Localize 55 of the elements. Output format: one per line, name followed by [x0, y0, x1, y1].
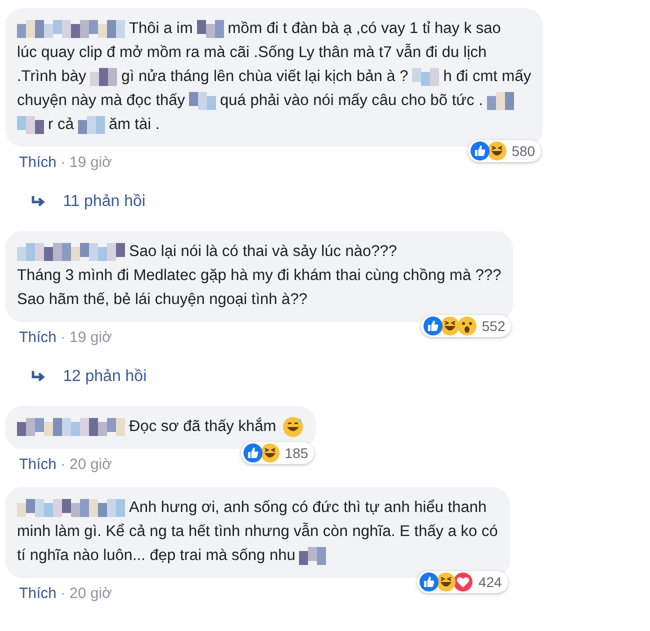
comment-text: quá phải vào nói mấy câu cho bõ tức . — [220, 91, 483, 111]
pixelated-patch — [78, 116, 105, 134]
comment-text: Sao hãm thế, bẻ lái chuyện ngoại tình à?? — [17, 290, 308, 310]
like-link[interactable]: Thích — [19, 154, 57, 171]
comment-text: Sao lại nói là có thai và sảy lúc nào??? — [129, 242, 397, 262]
pixelated-patch — [486, 92, 514, 110]
comment-time: 20 giờ — [70, 585, 112, 602]
thumbs-up-icon — [419, 572, 440, 592]
comment-text: tí nghĩa nào luôn... đẹp trai mà sống nhu — [17, 546, 296, 566]
reaction-badge[interactable]: 185 — [240, 442, 314, 464]
laughing-face-icon — [440, 316, 460, 336]
comment-text: h đi cmt mấy — [443, 67, 532, 87]
comment-text: gì nửa tháng lên chùa viết lại kịch bản à ? — [121, 67, 408, 87]
comment-time: 19 giờ — [70, 154, 112, 171]
laughing-face-icon — [260, 443, 280, 463]
pixelated-patch — [196, 20, 224, 38]
thumbs-up-icon — [470, 141, 490, 161]
pixelated-patch — [90, 68, 118, 86]
separator-dot: · — [60, 456, 66, 473]
like-link[interactable]: Thích — [19, 456, 57, 473]
pixelated-patch — [299, 547, 326, 565]
comment-time: 19 giờ — [70, 329, 112, 346]
comment-text: chuyện này mà đọc thấy — [17, 91, 186, 111]
comment-text: minh làm gì. Kể cả ng ta hết tình nhưng vẫn còn nghĩa. E thấy a ko có — [17, 522, 498, 542]
laughing-face-icon — [486, 141, 507, 161]
view-replies-link[interactable]: 12 phản hồi — [31, 368, 147, 386]
separator-dot: · — [60, 585, 66, 602]
like-link[interactable]: Thích — [19, 585, 57, 602]
reply-arrow-icon — [31, 370, 47, 384]
separator-dot: · — [60, 154, 66, 171]
like-link[interactable]: Thích — [19, 329, 57, 346]
thumbs-up-icon — [422, 316, 443, 336]
surprised-face-icon — [456, 316, 477, 336]
reaction-badge[interactable]: 552 — [420, 315, 512, 337]
pixelated-patch — [17, 116, 44, 134]
reaction-badge[interactable]: 424 — [417, 571, 508, 593]
grin-sweat-emoji-icon — [282, 416, 304, 438]
comment-time: 20 giờ — [70, 456, 112, 473]
comment-text: Thôi a im — [129, 19, 193, 39]
comment-text: Đọc sơ đã thấy khắm — [129, 416, 276, 437]
pixelated-patch — [189, 92, 216, 110]
comment-text: .Trình bày — [17, 67, 86, 87]
view-replies-link[interactable]: 11 phản hồi — [31, 193, 146, 211]
comment-text: mồm đi t đàn bà ạ ,có vay 1 tỉ hay k sao — [228, 19, 501, 39]
comment-text: Tháng 3 mình đi Medlatec gặp hà my đi khám thai cùng chồng mà ??? — [17, 266, 502, 286]
laughing-face-icon — [436, 572, 456, 592]
thumbs-up-icon — [242, 443, 263, 463]
comment-text: lúc quay clip đ mở mồm ra mà cãi .Sống Ly thân mà t7 vẫn đi du lịch — [17, 42, 487, 63]
reply-arrow-icon — [31, 195, 47, 209]
separator-dot: · — [60, 329, 66, 346]
comment-text: Anh hưng ơi, anh sống có đức thì tự anh hiểu thanh — [129, 498, 487, 518]
reaction-badge[interactable]: 580 — [468, 140, 542, 162]
comment-text: ăm tài . — [108, 115, 160, 135]
comment-text: r cả — [48, 115, 74, 135]
pixelated-patch — [412, 68, 440, 86]
